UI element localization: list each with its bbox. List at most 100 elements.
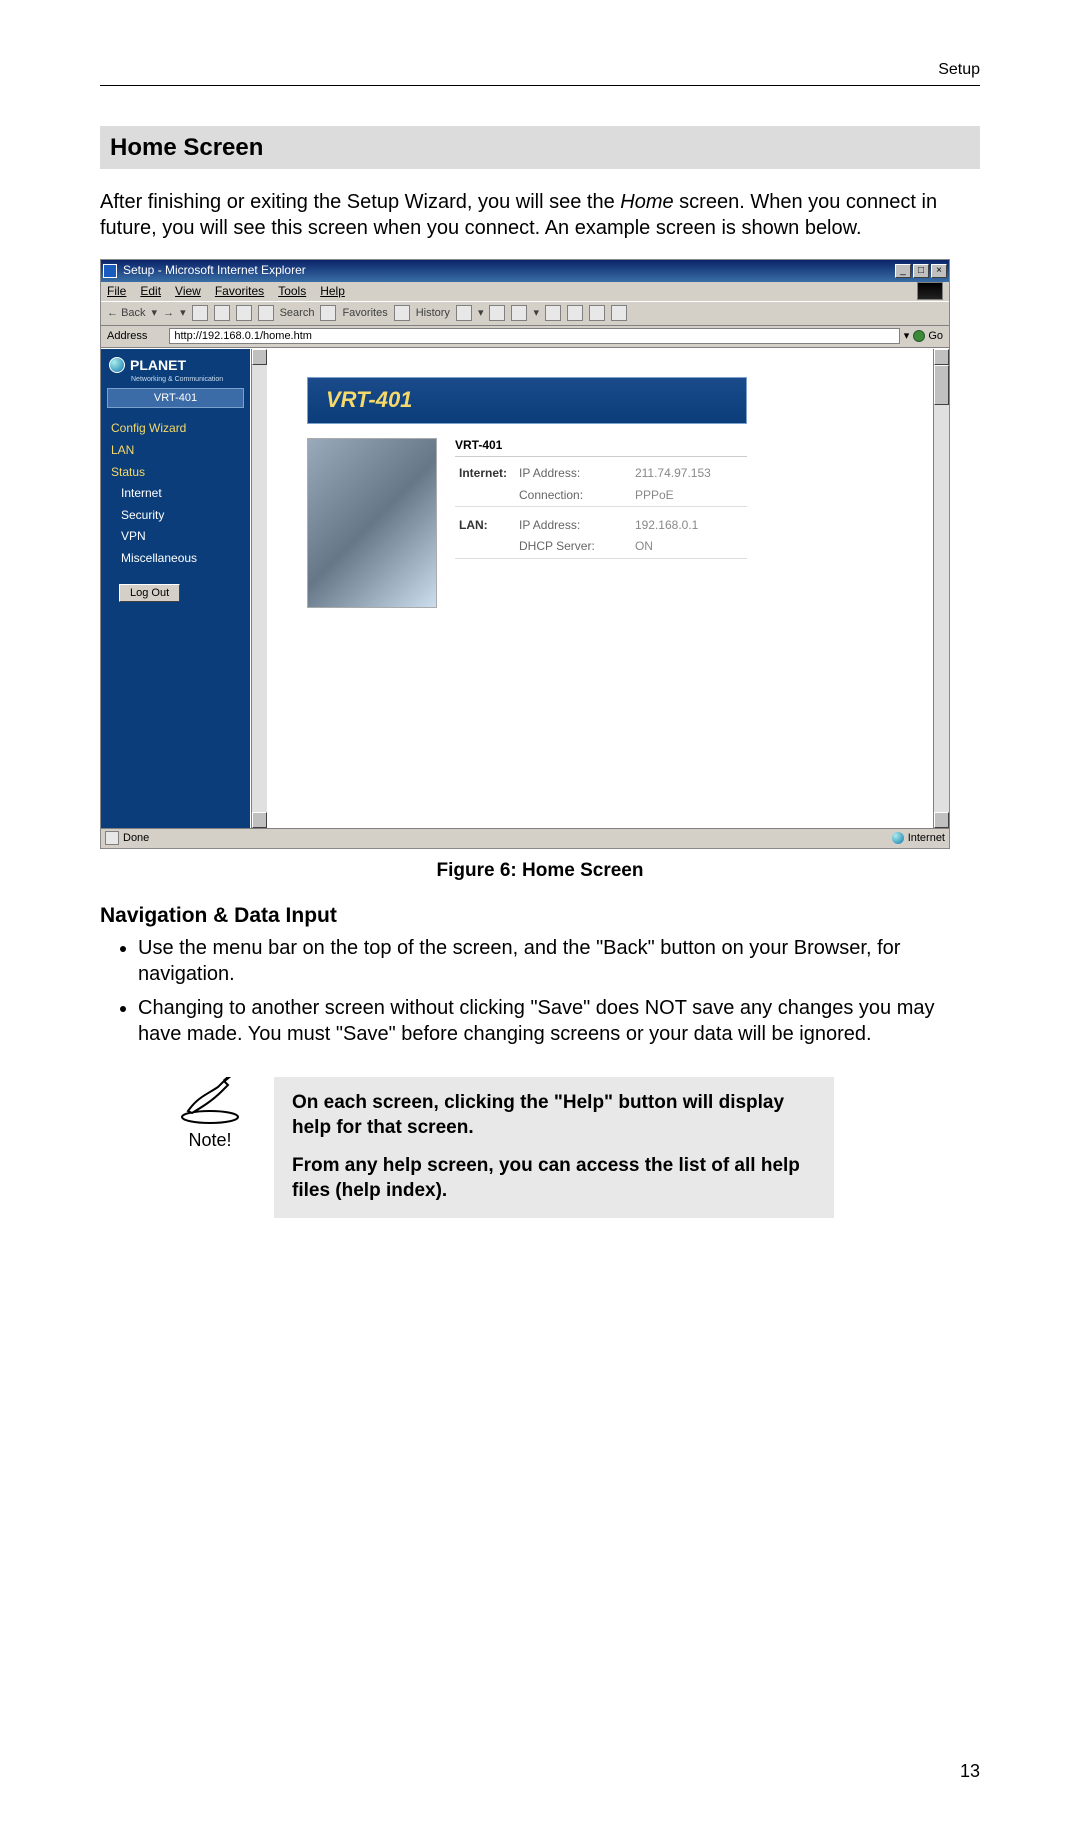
intro-paragraph: After finishing or exiting the Setup Wiz… (100, 189, 980, 241)
bullet-2: Changing to another screen without click… (138, 995, 980, 1047)
nav-lan[interactable]: LAN (101, 440, 250, 462)
history-icon[interactable] (394, 305, 410, 321)
nav-status[interactable]: Status (101, 462, 250, 484)
discuss-icon[interactable] (545, 305, 561, 321)
ie-window-title: Setup - Microsoft Internet Explorer (123, 263, 895, 279)
intro-home-em: Home (620, 191, 673, 213)
note-icon-wrap: Note! (170, 1077, 250, 1152)
maximize-button[interactable]: □ (913, 264, 929, 278)
ie-toolbar: ← Back ▾ → ▾ Search Favorites History ▾ … (101, 302, 949, 326)
ie-address-bar: Address ▾ Go (101, 326, 949, 348)
row-lan-ip-value: 192.168.0.1 (631, 515, 747, 537)
hand-writing-icon (178, 1077, 242, 1125)
address-label: Address (107, 329, 147, 343)
search-icon[interactable] (258, 305, 274, 321)
sidebar-model: VRT-401 (107, 388, 244, 408)
row-internet-label: Internet: (455, 463, 515, 485)
scroll-down-icon[interactable] (934, 812, 949, 828)
address-input[interactable] (169, 328, 899, 344)
router-main: VRT-401 VRT-401 Internet: IP Address: 21… (267, 349, 933, 828)
row-dhcp-value: ON (631, 536, 747, 558)
main-scrollbar[interactable] (933, 349, 949, 828)
running-head: Setup (100, 60, 980, 81)
print-icon[interactable] (489, 305, 505, 321)
nav-bullet-list: Use the menu bar on the top of the scree… (100, 935, 980, 1047)
minimize-button[interactable]: _ (895, 264, 911, 278)
ie-titlebar: Setup - Microsoft Internet Explorer _ □ … (101, 260, 949, 282)
toolbar-forward-button[interactable]: → (163, 306, 174, 320)
scroll-up-icon[interactable] (934, 349, 949, 365)
row-ipaddr-value: 211.74.97.153 (631, 463, 747, 485)
go-button[interactable]: Go (913, 329, 943, 343)
menu-favorites[interactable]: Favorites (215, 284, 264, 300)
globe-icon (109, 357, 125, 373)
ie-content-area: PLANET Networking & Communication VRT-40… (101, 348, 949, 828)
nav-config-wizard[interactable]: Config Wizard (101, 418, 250, 440)
mail-dropdown-icon[interactable]: ▾ (478, 306, 484, 320)
sidebar-scrollbar[interactable] (251, 349, 267, 828)
menu-tools[interactable]: Tools (278, 284, 306, 300)
go-label: Go (928, 329, 943, 343)
ie-status-bar: Done Internet (101, 828, 949, 848)
note-label: Note! (170, 1129, 250, 1152)
go-icon (913, 330, 925, 342)
stop-icon[interactable] (192, 305, 208, 321)
address-page-icon (151, 329, 165, 343)
nav-miscellaneous[interactable]: Miscellaneous (101, 548, 250, 570)
figure-caption: Figure 6: Home Screen (100, 859, 980, 884)
refresh-icon[interactable] (214, 305, 230, 321)
ie-app-icon (103, 264, 117, 278)
address-dropdown-icon[interactable]: ▾ (904, 329, 910, 343)
nav-vpn[interactable]: VPN (101, 526, 250, 548)
favorites-icon[interactable] (320, 305, 336, 321)
row-conn-label: Connection: (515, 485, 631, 507)
toolbar-back-button[interactable]: ← Back (107, 306, 146, 320)
misc-icon-2[interactable] (589, 305, 605, 321)
sidebar-nav: Config Wizard LAN Status Internet Securi… (101, 418, 250, 569)
mail-icon[interactable] (456, 305, 472, 321)
menu-edit[interactable]: Edit (140, 284, 161, 300)
scroll-down-icon[interactable] (252, 812, 267, 828)
note-para-2: From any help screen, you can access the… (292, 1154, 816, 1203)
status-info: VRT-401 Internet: IP Address: 211.74.97.… (455, 438, 747, 608)
hero-title: VRT-401 (307, 377, 747, 424)
status-done: Done (123, 831, 149, 845)
scroll-up-icon[interactable] (252, 349, 267, 365)
nav-data-input-heading: Navigation & Data Input (100, 902, 980, 929)
info-title: VRT-401 (455, 438, 747, 458)
bullet-1: Use the menu bar on the top of the scree… (138, 935, 980, 987)
row-lan-label: LAN: (455, 515, 515, 537)
row-dhcp-label: DHCP Server: (515, 536, 631, 558)
home-icon[interactable] (236, 305, 252, 321)
toolbar-search-label[interactable]: Search (280, 306, 315, 320)
note-content: On each screen, clicking the "Help" butt… (274, 1077, 834, 1218)
planet-tagline: Networking & Communication (101, 375, 250, 384)
logout-button[interactable]: Log Out (119, 584, 180, 602)
nav-internet[interactable]: Internet (101, 483, 250, 505)
menu-file[interactable]: File (107, 284, 126, 300)
status-table: Internet: IP Address: 211.74.97.153 Conn… (455, 463, 747, 559)
row-conn-value: PPPoE (631, 485, 747, 507)
note-block: Note! On each screen, clicking the "Help… (170, 1077, 980, 1218)
menu-help[interactable]: Help (320, 284, 345, 300)
menu-view[interactable]: View (175, 284, 201, 300)
ie-brand-logo (917, 282, 943, 300)
internet-zone-icon (892, 832, 904, 844)
note-para-1: On each screen, clicking the "Help" butt… (292, 1091, 816, 1140)
nav-security[interactable]: Security (101, 505, 250, 527)
toolbar-forward-dropdown-icon[interactable]: ▾ (180, 306, 186, 320)
edit-dropdown-icon[interactable]: ▾ (533, 306, 539, 320)
close-button[interactable]: × (931, 264, 947, 278)
edit-icon[interactable] (511, 305, 527, 321)
intro-before: After finishing or exiting the Setup Wiz… (100, 191, 620, 213)
row-ipaddr-label: IP Address: (515, 463, 631, 485)
toolbar-favorites-label[interactable]: Favorites (342, 306, 387, 320)
page-number: 13 (960, 1760, 980, 1783)
toolbar-history-label[interactable]: History (416, 306, 450, 320)
top-rule (100, 85, 980, 86)
router-page: PLANET Networking & Communication VRT-40… (101, 349, 949, 828)
toolbar-back-dropdown-icon[interactable]: ▾ (152, 306, 158, 320)
misc-icon[interactable] (567, 305, 583, 321)
scroll-thumb[interactable] (934, 365, 949, 405)
misc-icon-3[interactable] (611, 305, 627, 321)
